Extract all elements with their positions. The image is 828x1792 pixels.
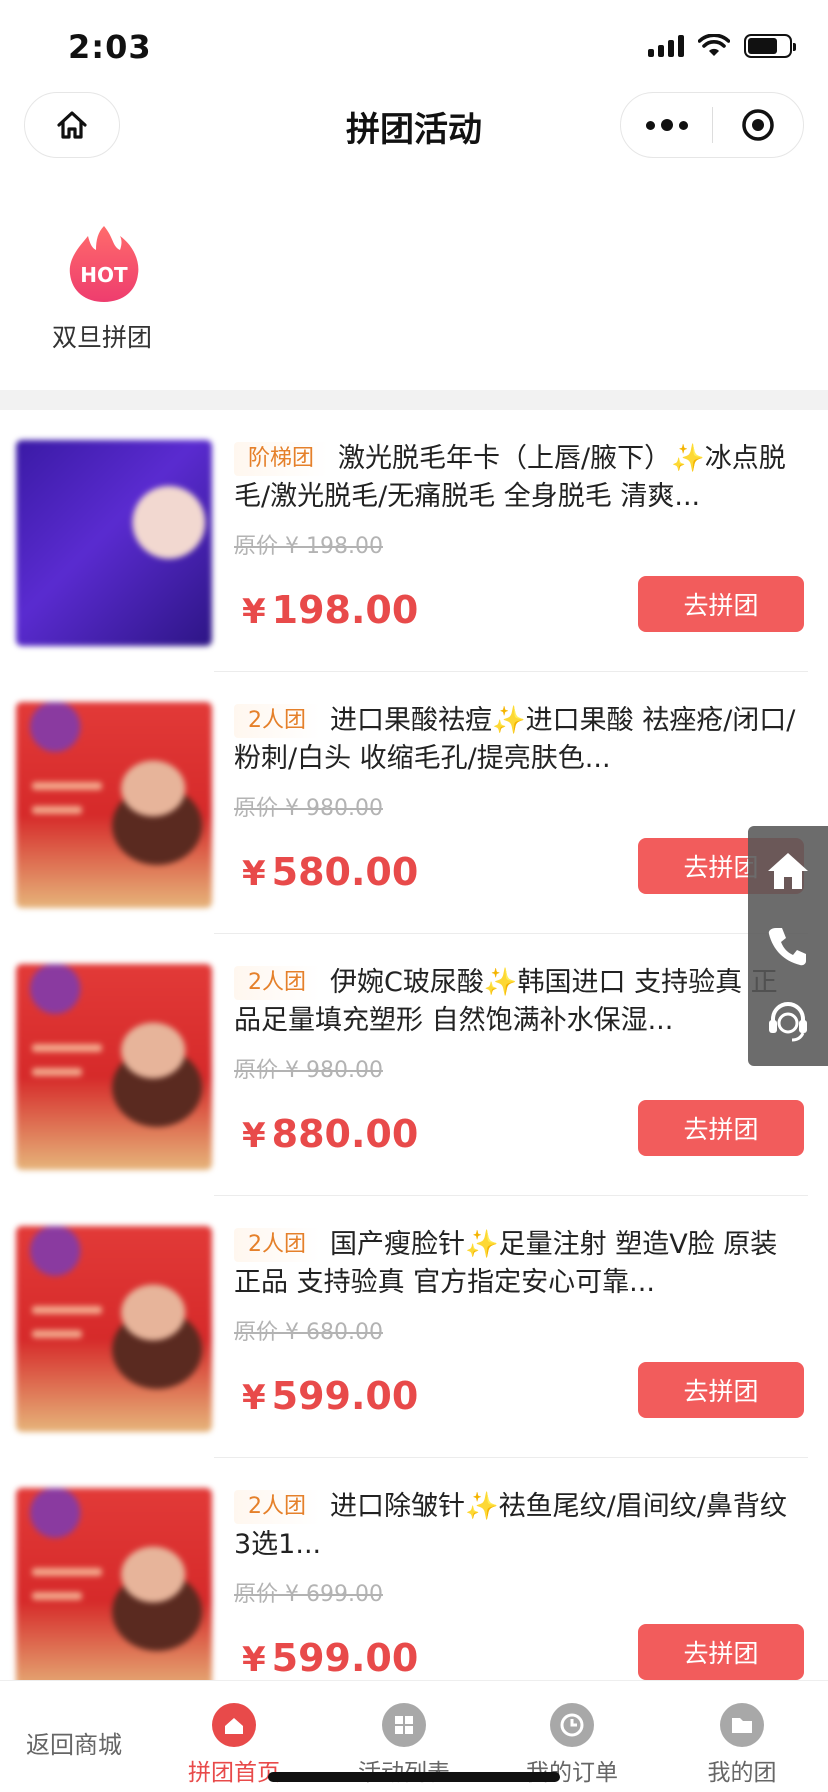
join-group-button[interactable]: 去拼团	[638, 576, 804, 632]
signal-icon	[648, 35, 684, 57]
status-bar: 2:03	[0, 0, 828, 92]
sparkle-icon: ✨	[671, 443, 705, 474]
product-title: 2人团 进口果酸祛痘✨进口果酸 祛痤疮/闭口/粉刺/白头 收缩毛孔/提亮肤色...	[234, 702, 804, 778]
section-divider	[0, 390, 828, 410]
sparkle-icon: ✨	[492, 705, 526, 736]
group-tag: 2人团	[234, 704, 320, 738]
product-name: 伊婉C玻尿酸	[330, 967, 484, 998]
home-indicator	[268, 1772, 560, 1782]
floating-contact-panel	[748, 826, 828, 1066]
original-price: 原价 ¥ 198.00	[234, 534, 383, 559]
group-tag: 2人团	[234, 966, 320, 1000]
close-button[interactable]	[713, 93, 803, 157]
tab-my-groups[interactable]: 我的团	[682, 1703, 802, 1787]
product-name: 进口果酸祛痘	[330, 705, 492, 736]
original-price: 原价 ¥ 980.00	[234, 796, 383, 821]
product-image	[16, 702, 212, 908]
hot-flame-icon: HOT	[69, 226, 139, 302]
product-image	[16, 440, 212, 646]
folder-icon	[720, 1703, 764, 1747]
product-info: 2人团 进口果酸祛痘✨进口果酸 祛痤疮/闭口/粉刺/白头 收缩毛孔/提亮肤色...…	[234, 702, 804, 894]
home-icon	[212, 1703, 256, 1747]
grid-icon	[382, 1703, 426, 1747]
original-price: 原价 ¥ 680.00	[234, 1320, 383, 1345]
group-price: ¥880.00	[242, 1112, 419, 1156]
join-group-button[interactable]: 去拼团	[638, 1624, 804, 1680]
product-name: 进口除皱针	[330, 1491, 465, 1522]
back-to-mall-link[interactable]: 返回商城	[26, 1725, 122, 1760]
sparkle-icon: ✨	[483, 967, 518, 998]
product-title: 2人团 进口除皱针✨祛鱼尾纹/眉间纹/鼻背纹 3选1...	[234, 1488, 804, 1564]
clock-icon	[550, 1703, 594, 1747]
status-icons	[648, 34, 796, 58]
product-info: 阶梯团 激光脱毛年卡（上唇/腋下）✨冰点脱毛/激光脱毛/无痛脱毛 全身脱毛 清爽.…	[234, 440, 804, 632]
original-price: 原价 ¥ 699.00	[234, 1582, 383, 1607]
product-item[interactable]: 2人团 伊婉C玻尿酸✨韩国进口 支持验真 正品足量填充塑形 自然饱满补水保湿...…	[0, 934, 828, 1196]
product-title: 2人团 伊婉C玻尿酸✨韩国进口 支持验真 正品足量填充塑形 自然饱满补水保湿...	[234, 964, 804, 1040]
phone-icon[interactable]	[758, 916, 818, 976]
original-price: 原价 ¥ 980.00	[234, 1058, 383, 1083]
product-info: 2人团 国产瘦脸针✨足量注射 塑造V脸 原装正品 支持验真 官方指定安心可靠...…	[234, 1226, 804, 1418]
product-item[interactable]: 2人团 进口果酸祛痘✨进口果酸 祛痤疮/闭口/粉刺/白头 收缩毛孔/提亮肤色...…	[0, 672, 828, 934]
join-group-button[interactable]: 去拼团	[638, 1100, 804, 1156]
home-icon[interactable]	[758, 841, 818, 901]
join-group-button[interactable]: 去拼团	[638, 1362, 804, 1418]
product-image	[16, 964, 212, 1170]
wifi-icon	[698, 34, 730, 56]
tab-label: 我的团	[707, 1760, 777, 1786]
sparkle-icon: ✨	[465, 1491, 499, 1522]
product-image	[16, 1488, 212, 1694]
product-info: 2人团 进口除皱针✨祛鱼尾纹/眉间纹/鼻背纹 3选1... 原价 ¥ 699.00…	[234, 1488, 804, 1680]
group-tag: 2人团	[234, 1228, 320, 1262]
hot-category-item[interactable]: HOT 双旦拼团	[44, 222, 164, 354]
mini-program-capsule	[620, 92, 804, 158]
product-item[interactable]: 阶梯团 激光脱毛年卡（上唇/腋下）✨冰点脱毛/激光脱毛/无痛脱毛 全身脱毛 清爽.…	[0, 410, 828, 672]
product-name: 激光脱毛年卡（上唇/腋下）	[338, 443, 672, 474]
target-icon	[742, 109, 774, 141]
nav-bar: 拼团活动	[0, 92, 828, 196]
sparkle-icon: ✨	[465, 1229, 499, 1260]
group-price: ¥580.00	[242, 850, 419, 894]
product-image	[16, 1226, 212, 1432]
product-info: 2人团 伊婉C玻尿酸✨韩国进口 支持验真 正品足量填充塑形 自然饱满补水保湿...…	[234, 964, 804, 1156]
customer-service-icon[interactable]	[758, 991, 818, 1051]
hot-category-label: 双旦拼团	[51, 323, 152, 352]
group-price: ¥599.00	[242, 1374, 419, 1418]
group-price: ¥198.00	[242, 588, 419, 632]
page: 2:03 拼团活动 HOT 双旦拼团 阶梯团 激光脱毛年卡（上唇/腋下）✨冰点脱…	[0, 0, 828, 1792]
group-tag: 阶梯团	[234, 442, 329, 476]
product-title: 2人团 国产瘦脸针✨足量注射 塑造V脸 原装正品 支持验真 官方指定安心可靠...	[234, 1226, 804, 1302]
battery-icon	[744, 34, 796, 58]
product-title: 阶梯团 激光脱毛年卡（上唇/腋下）✨冰点脱毛/激光脱毛/无痛脱毛 全身脱毛 清爽.…	[234, 440, 804, 516]
more-button[interactable]	[621, 93, 712, 157]
product-item[interactable]: 2人团 国产瘦脸针✨足量注射 塑造V脸 原装正品 支持验真 官方指定安心可靠...…	[0, 1196, 828, 1458]
category-area: HOT 双旦拼团	[0, 196, 828, 390]
svg-text:HOT: HOT	[80, 263, 128, 287]
status-time: 2:03	[68, 28, 152, 66]
group-price: ¥599.00	[242, 1636, 419, 1680]
product-name: 国产瘦脸针	[330, 1229, 465, 1260]
group-tag: 2人团	[234, 1490, 320, 1524]
